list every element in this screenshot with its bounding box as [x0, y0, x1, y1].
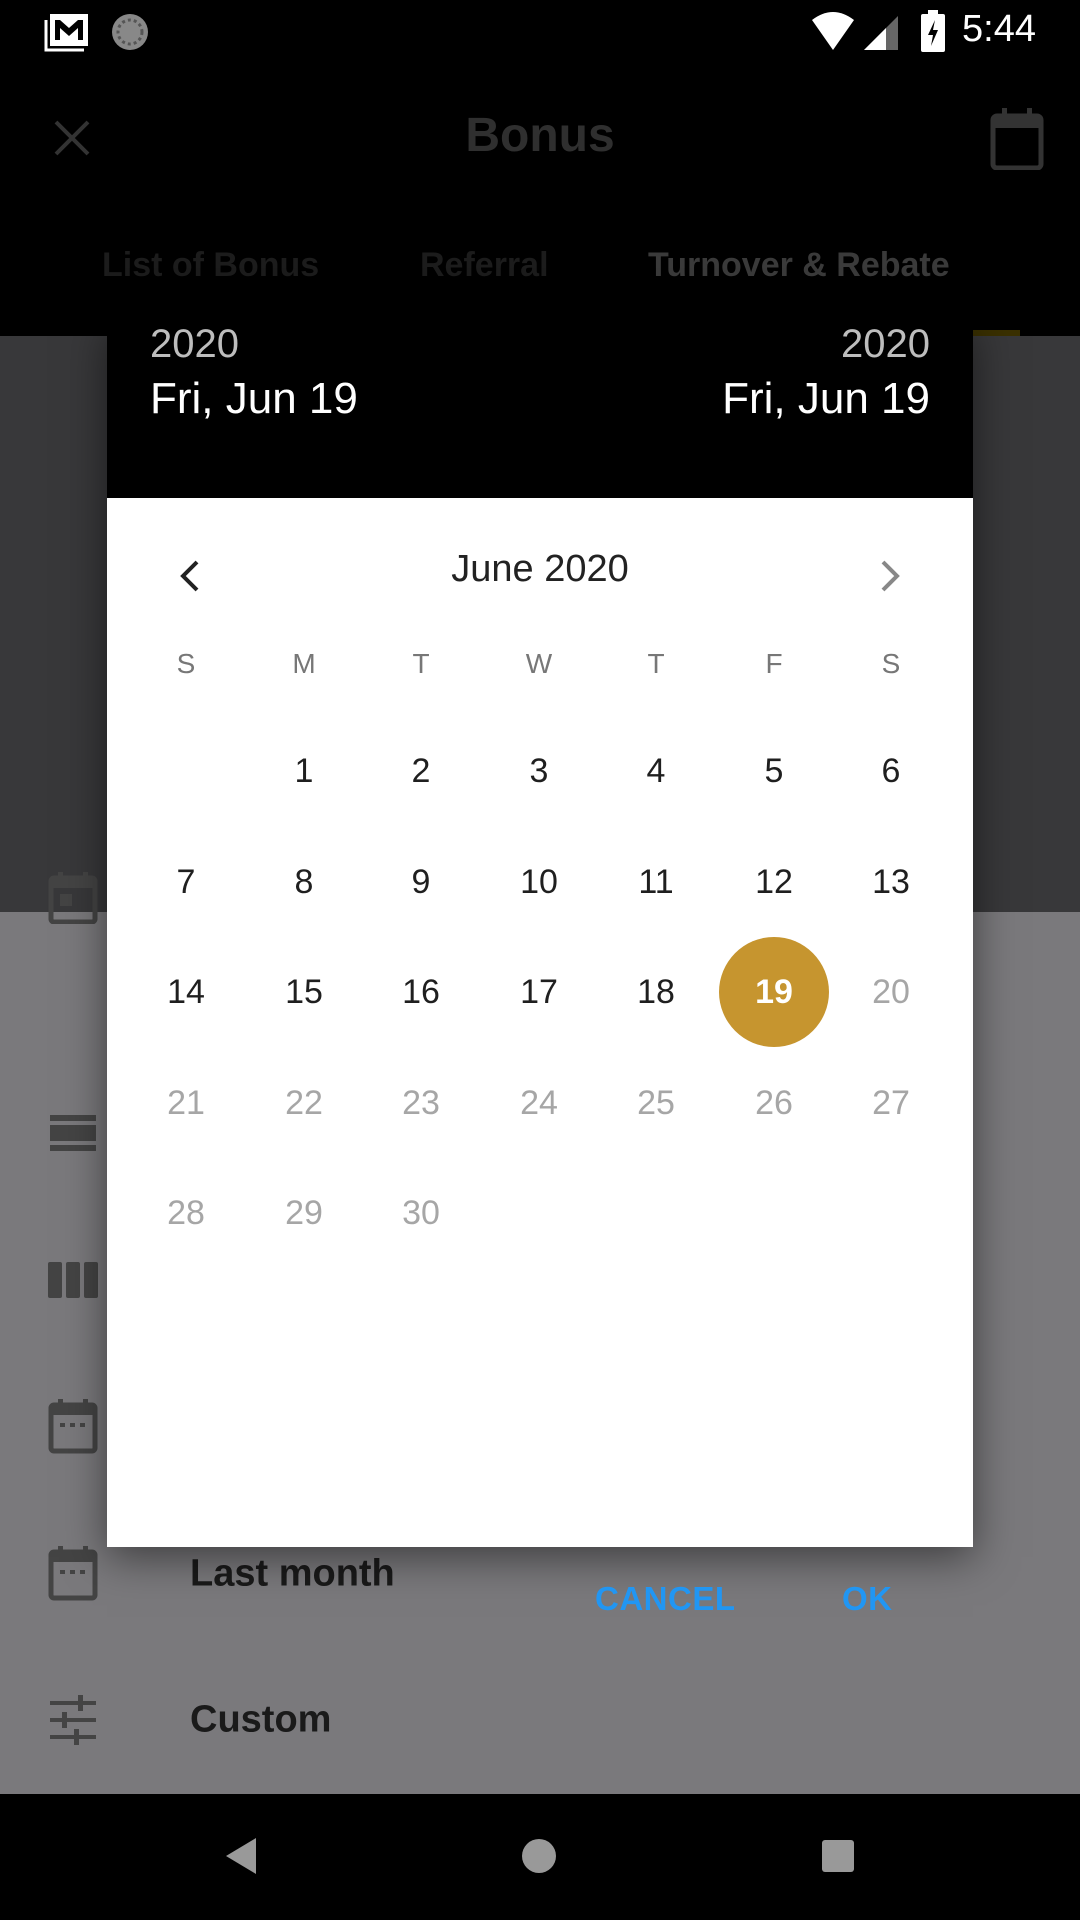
calendar-dots-icon [48, 1399, 98, 1454]
month-label: June 2020 [451, 548, 629, 590]
list-item-custom[interactable]: Custom [0, 1660, 1080, 1780]
day-cell[interactable]: 12 [719, 827, 829, 937]
day-cell[interactable]: 14 [131, 937, 241, 1047]
weekday-header: T [412, 648, 430, 679]
day-cell: 28 [167, 1194, 205, 1232]
day-cell: 20 [872, 973, 910, 1011]
day-cell: 27 [872, 1083, 910, 1122]
day-cell: 24 [520, 1083, 558, 1122]
picker-header: 2020 Fri, Jun 19 2020 Fri, Jun 19 [107, 318, 973, 498]
day-selected[interactable]: 19 [719, 937, 829, 1047]
day-cell[interactable]: 16 [366, 937, 476, 1047]
day-cell[interactable]: 11 [601, 827, 711, 937]
day-cell[interactable]: 6 [836, 716, 946, 826]
day-cell: 22 [285, 1083, 323, 1122]
gmail-icon [44, 14, 88, 52]
day-cell: 23 [402, 1083, 440, 1122]
day-cell[interactable]: 3 [484, 716, 594, 826]
day-cell[interactable]: 15 [249, 937, 359, 1047]
chevron-right-icon[interactable] [875, 556, 905, 596]
home-icon[interactable] [521, 1838, 557, 1874]
tab-referral[interactable]: Referral [420, 246, 549, 285]
day-cell[interactable]: 2 [366, 716, 476, 826]
day-cell[interactable]: 13 [836, 827, 946, 937]
weekday-header: S [176, 648, 196, 679]
day-cell: 25 [637, 1083, 675, 1122]
tab-list-of-bonus[interactable]: List of Bonus [102, 246, 319, 285]
view-stream-icon [50, 1115, 96, 1151]
signal-icon [864, 16, 898, 50]
weekday-header: T [647, 648, 665, 679]
app-bar: Bonus [0, 64, 1080, 336]
recents-icon[interactable] [821, 1839, 855, 1873]
start-date[interactable]: Fri, Jun 19 [150, 374, 358, 424]
weekday-header: M [292, 648, 316, 679]
day-cell: 21 [167, 1083, 205, 1122]
weekday-header: W [525, 648, 553, 679]
wifi-icon [812, 12, 854, 50]
day-cell[interactable]: 5 [719, 716, 829, 826]
status-bar: 5:44 [0, 0, 1080, 64]
battery-charging-icon [921, 10, 945, 52]
day-cell[interactable]: 17 [484, 937, 594, 1047]
sync-icon [112, 14, 148, 50]
calendar-body: June 2020 SMTWTFS 1 2 3 4 5 6 7 8 9 10 11 12 13 14 15 1… [107, 498, 973, 1617]
day-cell[interactable]: 8 [249, 827, 359, 937]
day-cell: 30 [402, 1194, 440, 1232]
weekday-header: S [881, 648, 901, 679]
end-date[interactable]: Fri, Jun 19 [722, 374, 930, 424]
view-column-icon [48, 1262, 98, 1298]
ok-button[interactable]: OK [842, 1580, 893, 1618]
day-cell[interactable]: 10 [484, 827, 594, 937]
navigation-bar [0, 1794, 1080, 1920]
day-cell: 29 [285, 1194, 323, 1232]
calendar-today-icon [48, 872, 98, 924]
back-icon[interactable] [224, 1836, 258, 1876]
day-cell[interactable]: 9 [366, 827, 476, 937]
calendar-dots-icon [48, 1546, 98, 1601]
day-cell[interactable]: 4 [601, 716, 711, 826]
day-cell: 26 [755, 1083, 793, 1122]
date-range-picker-dialog: 2020 Fri, Jun 19 2020 Fri, Jun 19 June 2… [107, 318, 973, 1617]
day-cell[interactable]: 7 [131, 827, 241, 937]
start-year[interactable]: 2020 [150, 322, 239, 367]
tune-icon [50, 1695, 96, 1745]
day-cell[interactable]: 18 [601, 937, 711, 1047]
end-year[interactable]: 2020 [841, 322, 930, 367]
day-cell[interactable]: 1 [249, 716, 359, 826]
cancel-button[interactable]: CANCEL [595, 1580, 736, 1618]
tab-turnover-rebate[interactable]: Turnover & Rebate [648, 246, 950, 285]
calendar-icon[interactable] [990, 108, 1044, 170]
clock: 5:44 [962, 8, 1036, 50]
page-title: Bonus [465, 109, 615, 162]
weekday-header: F [765, 648, 783, 679]
